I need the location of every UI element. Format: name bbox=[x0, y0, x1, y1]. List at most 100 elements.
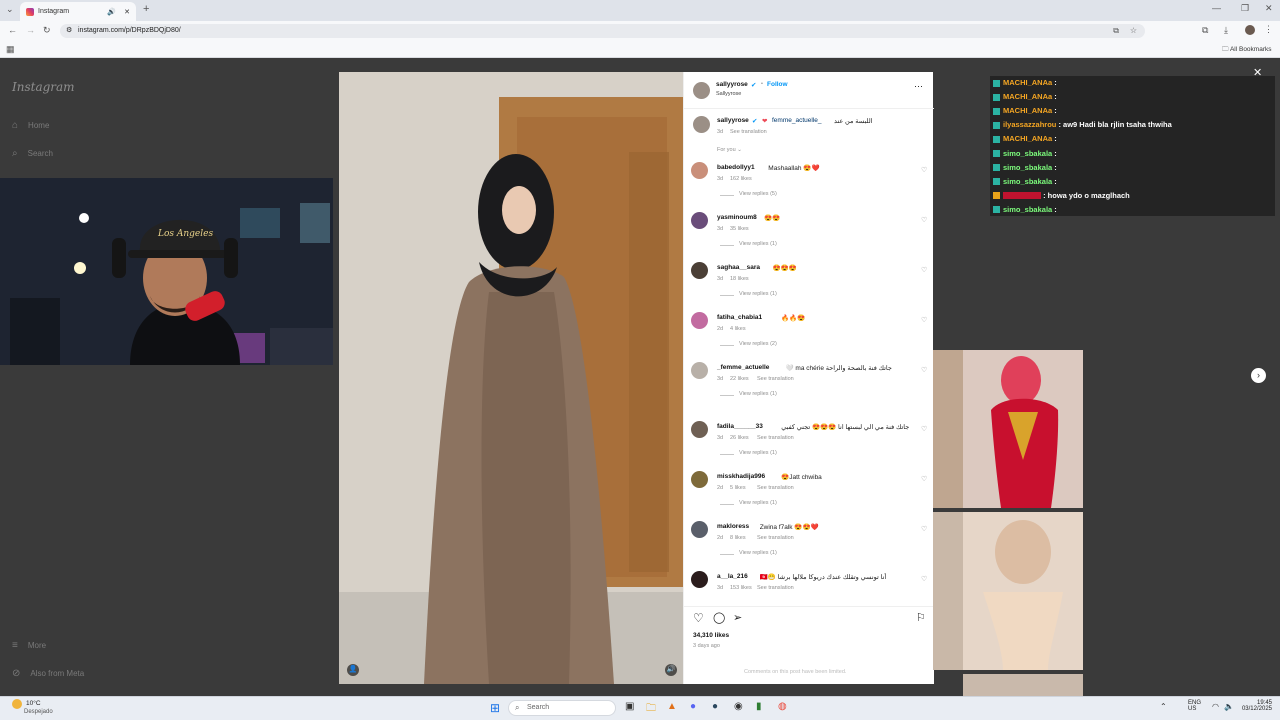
sidebar-item-search[interactable]: ⌕ Search bbox=[12, 148, 53, 159]
terminal-icon[interactable]: ▮ bbox=[756, 701, 762, 712]
comment-username[interactable]: _femme_actuelle bbox=[717, 364, 769, 371]
commenter-avatar[interactable] bbox=[691, 262, 708, 279]
comment-username[interactable]: yasminoum8 bbox=[717, 214, 757, 221]
chat-username[interactable]: simo_sbakala bbox=[1003, 149, 1052, 158]
comment-like-icon[interactable]: ♡ bbox=[921, 366, 927, 374]
comment-username[interactable]: a__la_216 bbox=[717, 573, 748, 580]
windows-start-icon[interactable]: ⊞ bbox=[490, 701, 500, 715]
commenter-avatar[interactable] bbox=[691, 362, 708, 379]
commenter-avatar[interactable] bbox=[691, 471, 708, 488]
comment-like-icon[interactable]: ♡ bbox=[921, 475, 927, 483]
tab-instagram[interactable]: Instagram 🔊 ✕ bbox=[20, 2, 136, 21]
chat-username[interactable]: MACHI_ANAa bbox=[1003, 106, 1052, 115]
tab-search-icon[interactable]: ⌄ bbox=[6, 4, 14, 15]
comment-likes[interactable]: 5 likes bbox=[730, 485, 746, 491]
caption-avatar[interactable] bbox=[693, 116, 710, 133]
comment-username[interactable]: misskhadija996 bbox=[717, 473, 765, 480]
wifi-icon[interactable]: ◠ bbox=[1212, 702, 1219, 711]
app-icon-a[interactable]: ▲ bbox=[667, 701, 677, 712]
comment-see-translation[interactable]: See translation bbox=[757, 485, 794, 491]
lang-indicator[interactable]: ENG US bbox=[1188, 700, 1201, 712]
downloads-icon[interactable]: ⤓ bbox=[1224, 25, 1228, 36]
profile-avatar[interactable] bbox=[1245, 25, 1255, 35]
sidebar-item-home[interactable]: ⌂ Home bbox=[12, 120, 49, 131]
post-photo[interactable]: 👤 🔊 bbox=[339, 72, 683, 684]
commenter-avatar[interactable] bbox=[691, 312, 708, 329]
all-bookmarks-link[interactable]: 🗀 All Bookmarks bbox=[1222, 45, 1272, 56]
tab-close-icon[interactable]: ✕ bbox=[124, 8, 130, 16]
minimize-icon[interactable]: — bbox=[1212, 3, 1221, 13]
file-explorer-icon[interactable]: 🗀 bbox=[646, 701, 656, 718]
chat-username[interactable]: simo_sbakala bbox=[1003, 163, 1052, 172]
install-icon[interactable]: ⧉ bbox=[1113, 24, 1119, 38]
weather-temp[interactable]: 10°C bbox=[26, 700, 41, 707]
obs-icon[interactable]: ◉ bbox=[734, 701, 743, 712]
like-icon[interactable]: ♡ bbox=[693, 611, 704, 625]
comment-like-icon[interactable]: ♡ bbox=[921, 266, 927, 274]
sidebar-item-meta[interactable]: ⊘ Also from Meta bbox=[12, 668, 84, 679]
comment-like-icon[interactable]: ♡ bbox=[921, 525, 927, 533]
commenter-avatar[interactable] bbox=[691, 421, 708, 438]
comment-icon[interactable]: ◯ bbox=[713, 611, 725, 624]
chat-username[interactable]: simo_sbakala bbox=[1003, 205, 1052, 214]
comment-likes[interactable]: 22 likes bbox=[730, 376, 749, 382]
new-tab-icon[interactable]: + bbox=[143, 3, 149, 15]
comment-like-icon[interactable]: ♡ bbox=[921, 425, 927, 433]
chrome-menu-icon[interactable]: ⋮ bbox=[1264, 24, 1273, 35]
caption-mention[interactable]: femme_actuelle_ bbox=[772, 117, 822, 124]
comment-likes[interactable]: 35 likes bbox=[730, 226, 749, 232]
reload-icon[interactable]: ↻ bbox=[43, 25, 51, 36]
comment-likes[interactable]: 26 likes bbox=[730, 435, 749, 441]
view-replies-link[interactable]: View replies (5) bbox=[739, 191, 777, 197]
view-replies-link[interactable]: View replies (2) bbox=[739, 341, 777, 347]
comment-likes[interactable]: 153 likes bbox=[730, 585, 752, 591]
comment-likes[interactable]: 162 likes bbox=[730, 176, 752, 182]
chat-username[interactable]: MACHI_ANAa bbox=[1003, 78, 1052, 87]
chat-username[interactable]: MACHI_ANAa bbox=[1003, 92, 1052, 101]
tagged-user-icon[interactable]: 👤 bbox=[347, 664, 359, 676]
share-icon[interactable]: ➢ bbox=[733, 611, 742, 624]
close-window-icon[interactable]: ✕ bbox=[1265, 3, 1273, 14]
comment-see-translation[interactable]: See translation bbox=[757, 376, 794, 382]
view-replies-link[interactable]: View replies (1) bbox=[739, 550, 777, 556]
url-bar[interactable]: ⚙ instagram.com/p/DRpzBDQjD80/ ⧉ ☆ bbox=[60, 24, 1145, 38]
next-post-button[interactable]: › bbox=[1251, 368, 1266, 383]
commenter-avatar[interactable] bbox=[691, 521, 708, 538]
instagram-logo[interactable]: Instagram bbox=[12, 80, 75, 94]
view-replies-link[interactable]: View replies (1) bbox=[739, 450, 777, 456]
bookmark-star-icon[interactable]: ☆ bbox=[1130, 24, 1137, 38]
audio-toggle-icon[interactable]: 🔊 bbox=[665, 664, 677, 676]
caption-see-translation[interactable]: See translation bbox=[730, 129, 767, 135]
author-avatar[interactable] bbox=[693, 82, 710, 99]
comment-like-icon[interactable]: ♡ bbox=[921, 216, 927, 224]
tray-chevron-icon[interactable]: ⌃ bbox=[1160, 702, 1167, 711]
extensions-icon[interactable]: ⧉ bbox=[1202, 25, 1208, 36]
comment-username[interactable]: fadila______33 bbox=[717, 423, 763, 430]
thumbnail-post-2-edge[interactable] bbox=[933, 512, 963, 670]
comment-username[interactable]: babedollyy1 bbox=[717, 164, 755, 171]
caption-username[interactable]: sallyyrose bbox=[717, 117, 749, 124]
thumbnail-post-3[interactable] bbox=[963, 674, 1083, 696]
apps-grid-icon[interactable]: ▦ bbox=[6, 44, 15, 55]
chat-username[interactable]: MACHI_ANAa bbox=[1003, 134, 1052, 143]
commenter-avatar[interactable] bbox=[691, 571, 708, 588]
save-bookmark-icon[interactable]: ⚐ bbox=[916, 611, 926, 624]
comment-see-translation[interactable]: See translation bbox=[757, 535, 794, 541]
comment-like-icon[interactable]: ♡ bbox=[921, 166, 927, 174]
site-info-icon[interactable]: ⚙ bbox=[66, 24, 72, 38]
thumbnail-post-red-dress[interactable] bbox=[963, 350, 1083, 508]
follow-button[interactable]: Follow bbox=[767, 81, 788, 88]
comment-username[interactable]: fatiha_chabia1 bbox=[717, 314, 762, 321]
more-options-icon[interactable]: ⋯ bbox=[914, 81, 923, 92]
taskbar-search[interactable]: ⌕ Search bbox=[508, 700, 616, 716]
chrome-taskbar-icon[interactable]: ◍ bbox=[778, 701, 787, 712]
comment-likes[interactable]: 18 likes bbox=[730, 276, 749, 282]
view-replies-link[interactable]: View replies (1) bbox=[739, 241, 777, 247]
back-icon[interactable]: ← bbox=[8, 25, 17, 35]
discord-icon[interactable]: ● bbox=[690, 701, 696, 712]
weather-sun-icon[interactable] bbox=[12, 699, 22, 709]
view-replies-link[interactable]: View replies (1) bbox=[739, 291, 777, 297]
thumbnail-post-edge[interactable] bbox=[933, 350, 963, 508]
thumbnail-post-2[interactable] bbox=[963, 512, 1083, 670]
chat-username[interactable]: ilyassazzahrou bbox=[1003, 120, 1056, 129]
